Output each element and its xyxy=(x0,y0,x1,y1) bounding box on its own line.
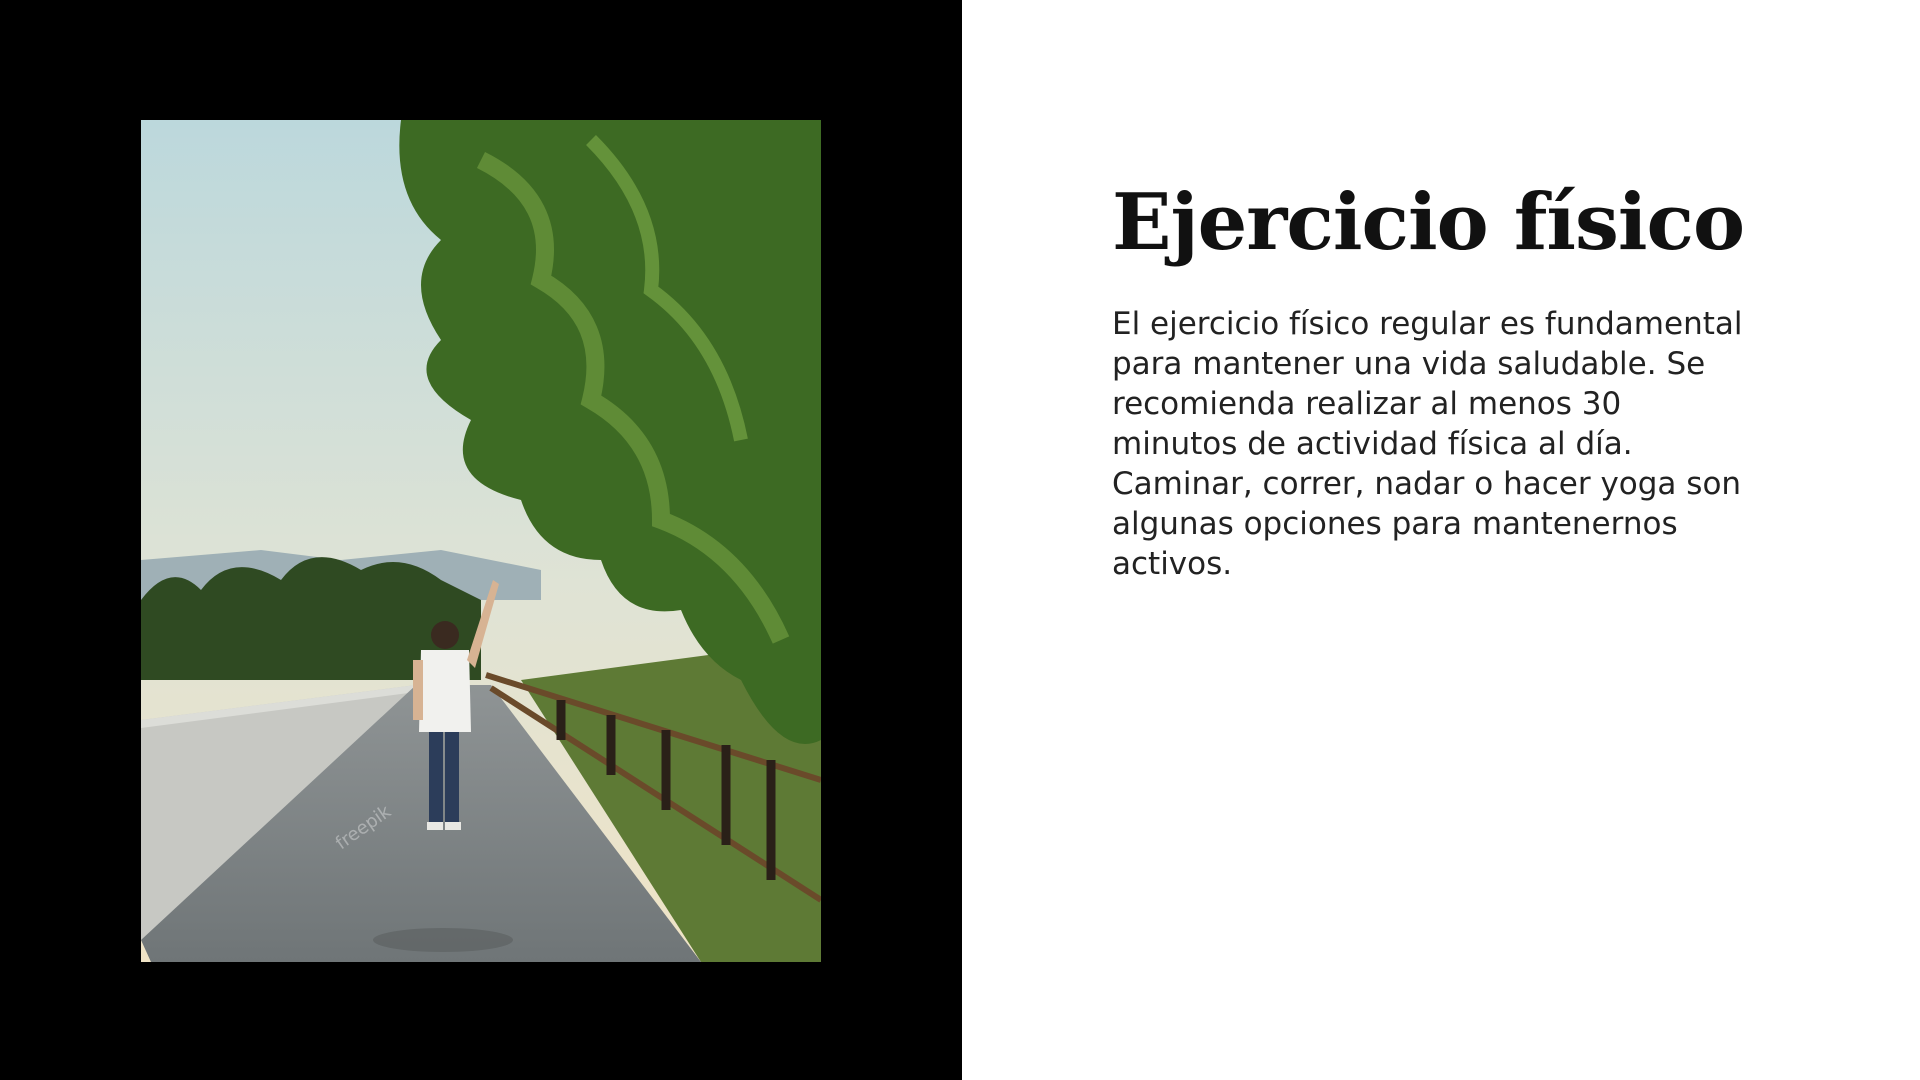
photo-illustration: freepik xyxy=(141,120,821,962)
walking-path-photo: freepik xyxy=(141,120,821,962)
slide-body-text: El ejercicio físico regular es fundament… xyxy=(1112,306,1743,582)
slide-title: Ejercicio físico xyxy=(1112,177,1745,268)
left-panel: freepik xyxy=(0,0,962,1080)
right-panel: Ejercicio físico El ejercicio físico reg… xyxy=(962,0,1920,1080)
